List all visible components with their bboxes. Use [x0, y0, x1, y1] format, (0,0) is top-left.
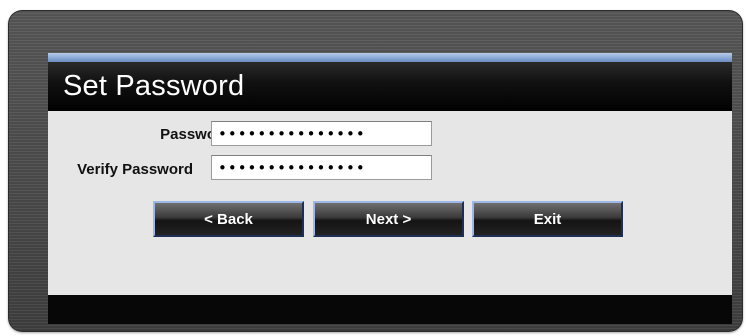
verify-password-label: Verify Password	[77, 161, 193, 178]
back-button[interactable]: < Back	[153, 201, 304, 237]
outer-frame: Set Password Password Verify Password < …	[8, 10, 743, 332]
password-label: Password	[160, 126, 231, 143]
dialog-title: Set Password	[63, 70, 245, 102]
password-field[interactable]	[211, 121, 432, 146]
dialog-header: Set Password	[48, 62, 732, 113]
dialog-footer	[48, 295, 732, 324]
verify-password-field[interactable]	[211, 155, 432, 180]
dialog-accent-bar	[48, 53, 732, 62]
exit-button[interactable]: Exit	[472, 201, 623, 237]
next-button[interactable]: Next >	[313, 201, 464, 237]
dialog-body: Password Verify Password < Back Next > E…	[48, 111, 732, 295]
set-password-dialog: Set Password Password Verify Password < …	[48, 53, 732, 324]
